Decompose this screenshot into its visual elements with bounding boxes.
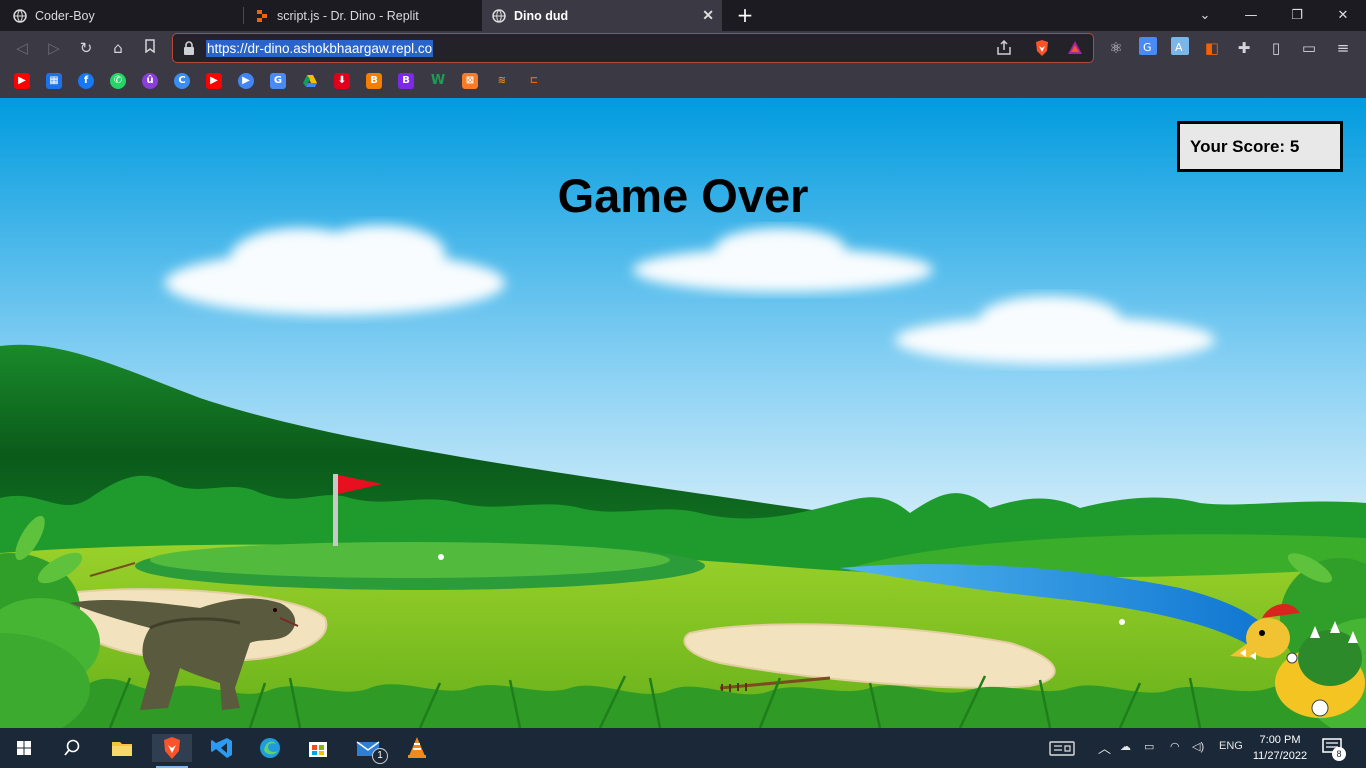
replit-bookmark-icon[interactable]: ⊏ bbox=[526, 73, 542, 89]
game-canvas[interactable]: Game Over Your Score: 5 bbox=[0, 98, 1366, 728]
tab-coder-boy[interactable]: Coder-Boy bbox=[0, 0, 242, 31]
score-value: 5 bbox=[1289, 136, 1300, 156]
w-bookmark-icon[interactable]: W bbox=[430, 73, 446, 89]
drive-bookmark-icon[interactable] bbox=[302, 73, 318, 89]
address-bar[interactable]: https://dr-dino.ashokbhaargaw.repl.co bbox=[172, 33, 1094, 63]
show-hidden-icons-icon[interactable]: ︿ bbox=[1098, 738, 1111, 757]
blogger-bookmark-icon[interactable]: B bbox=[366, 73, 382, 89]
flag-pole bbox=[333, 474, 338, 546]
translate-bookmark-icon[interactable]: G bbox=[270, 73, 286, 89]
news-widget-icon[interactable] bbox=[1048, 734, 1076, 762]
battery-icon[interactable]: ▭ bbox=[1144, 740, 1154, 753]
download-bookmark-icon[interactable]: ⬇ bbox=[334, 73, 350, 89]
google-translate-extension-icon[interactable]: G bbox=[1137, 37, 1159, 59]
tab-title: script.js - Dr. Dino - Replit bbox=[277, 8, 419, 23]
edge-icon[interactable] bbox=[256, 734, 284, 762]
navigation-toolbar: ◁ ▷ ↻ ⌂ https://dr-dino.ashokbhaargaw.re… bbox=[0, 31, 1366, 65]
tab-title: Coder-Boy bbox=[35, 8, 95, 23]
play-bookmark-icon[interactable]: ▶ bbox=[238, 73, 254, 89]
brave-taskbar-button[interactable] bbox=[152, 734, 192, 768]
u-bookmark-icon[interactable]: û bbox=[142, 73, 158, 89]
react-devtools-icon[interactable]: ⚛ bbox=[1105, 37, 1127, 59]
minimize-button[interactable]: — bbox=[1228, 0, 1274, 31]
facebook-bookmark-icon[interactable]: f bbox=[78, 73, 94, 89]
lock-icon bbox=[184, 41, 194, 55]
whatsapp-bookmark-icon[interactable]: ✆ bbox=[110, 73, 126, 89]
search-icon[interactable] bbox=[58, 734, 86, 762]
stackoverflow-bookmark-icon[interactable]: ≋ bbox=[494, 73, 510, 89]
replit-icon bbox=[257, 9, 267, 22]
brave-rewards-icon[interactable] bbox=[1066, 39, 1084, 57]
clock-date: 11/27/2022 bbox=[1252, 750, 1308, 762]
language-indicator[interactable]: ENG bbox=[1219, 740, 1243, 752]
score-display: Your Score: 5 bbox=[1177, 121, 1343, 172]
windows-start-icon[interactable] bbox=[10, 734, 38, 762]
close-window-button[interactable]: ✕ bbox=[1320, 0, 1366, 31]
sidebar-icon[interactable]: ▯ bbox=[1265, 37, 1287, 59]
score-label: Your Score: bbox=[1190, 136, 1286, 156]
system-clock[interactable]: 7:00 PM 11/27/2022 bbox=[1250, 732, 1310, 764]
forward-button[interactable]: ▷ bbox=[43, 37, 65, 59]
youtube-bookmark-icon[interactable]: ▶ bbox=[14, 73, 30, 89]
brave-icon bbox=[164, 737, 180, 759]
globe-icon bbox=[492, 8, 506, 23]
svg-text:G: G bbox=[1143, 41, 1152, 54]
golf-ball bbox=[1119, 619, 1125, 625]
putting-green bbox=[150, 542, 670, 578]
onedrive-icon[interactable]: ☁ bbox=[1120, 740, 1131, 753]
tab-title: Dino dud bbox=[514, 8, 569, 23]
new-tab-button[interactable]: + bbox=[735, 3, 755, 27]
notification-center-button[interactable]: 8 bbox=[1322, 738, 1346, 761]
close-tab-icon[interactable]: ✕ bbox=[702, 7, 714, 24]
youtube-bookmark-icon[interactable]: ▶ bbox=[206, 73, 222, 89]
vlc-icon[interactable] bbox=[403, 734, 431, 762]
xampp-bookmark-icon[interactable]: ⊠ bbox=[462, 73, 478, 89]
golf-ball bbox=[438, 554, 444, 560]
ms-store-icon[interactable] bbox=[304, 734, 332, 762]
brave-shields-icon[interactable] bbox=[1033, 39, 1051, 57]
mail-taskbar-button[interactable]: 1 bbox=[354, 734, 390, 764]
windows-taskbar: 1 ︿ ☁ ▭ ◠ ◁) ENG 7:00 PM 11/27/2022 8 bbox=[0, 728, 1366, 768]
c-bookmark-icon[interactable]: C bbox=[174, 73, 190, 89]
restore-button[interactable]: ❐ bbox=[1274, 0, 1320, 31]
tab-bar: Coder-Boy script.js - Dr. Dino - Replit … bbox=[0, 0, 1366, 31]
tab-replit[interactable]: script.js - Dr. Dino - Replit bbox=[244, 0, 482, 31]
clock-time: 7:00 PM bbox=[1259, 734, 1301, 746]
globe-icon bbox=[13, 8, 27, 23]
calendar-bookmark-icon[interactable]: ▦ bbox=[46, 73, 62, 89]
notification-badge: 8 bbox=[1332, 747, 1346, 761]
reload-button[interactable]: ↻ bbox=[75, 37, 97, 59]
wifi-icon[interactable]: ◠ bbox=[1170, 740, 1180, 753]
vscode-icon[interactable] bbox=[208, 734, 236, 762]
tab-dino-dud[interactable]: Dino dud ✕ bbox=[482, 0, 722, 31]
tab-search-chevron-icon[interactable]: ⌄ bbox=[1182, 0, 1228, 31]
bookmarks-bar: ▶ ▦ f ✆ û C ▶ ▶ G ⬇ B B W ⊠ ≋ ⊏ bbox=[0, 65, 1366, 98]
svg-text:A: A bbox=[1175, 41, 1183, 54]
game-over-title: Game Over bbox=[557, 169, 809, 222]
bookmark-button[interactable] bbox=[139, 37, 161, 59]
url-text[interactable]: https://dr-dino.ashokbhaargaw.repl.co bbox=[206, 40, 434, 57]
volume-icon[interactable]: ◁) bbox=[1192, 740, 1204, 753]
bookmark-icon bbox=[145, 39, 155, 54]
extensions-puzzle-icon[interactable]: ✚ bbox=[1233, 37, 1255, 59]
file-explorer-icon[interactable] bbox=[108, 734, 136, 762]
menu-icon[interactable]: ≡ bbox=[1332, 37, 1354, 59]
share-icon[interactable] bbox=[995, 39, 1013, 57]
b-bookmark-icon[interactable]: B bbox=[398, 73, 414, 89]
replit-extension-icon[interactable]: ◧ bbox=[1201, 37, 1223, 59]
wallet-icon[interactable]: ▭ bbox=[1298, 37, 1320, 59]
mail-badge: 1 bbox=[372, 748, 388, 764]
back-button[interactable]: ◁ bbox=[11, 37, 33, 59]
translator-extension-icon[interactable]: A bbox=[1169, 37, 1191, 59]
home-button[interactable]: ⌂ bbox=[107, 37, 129, 59]
